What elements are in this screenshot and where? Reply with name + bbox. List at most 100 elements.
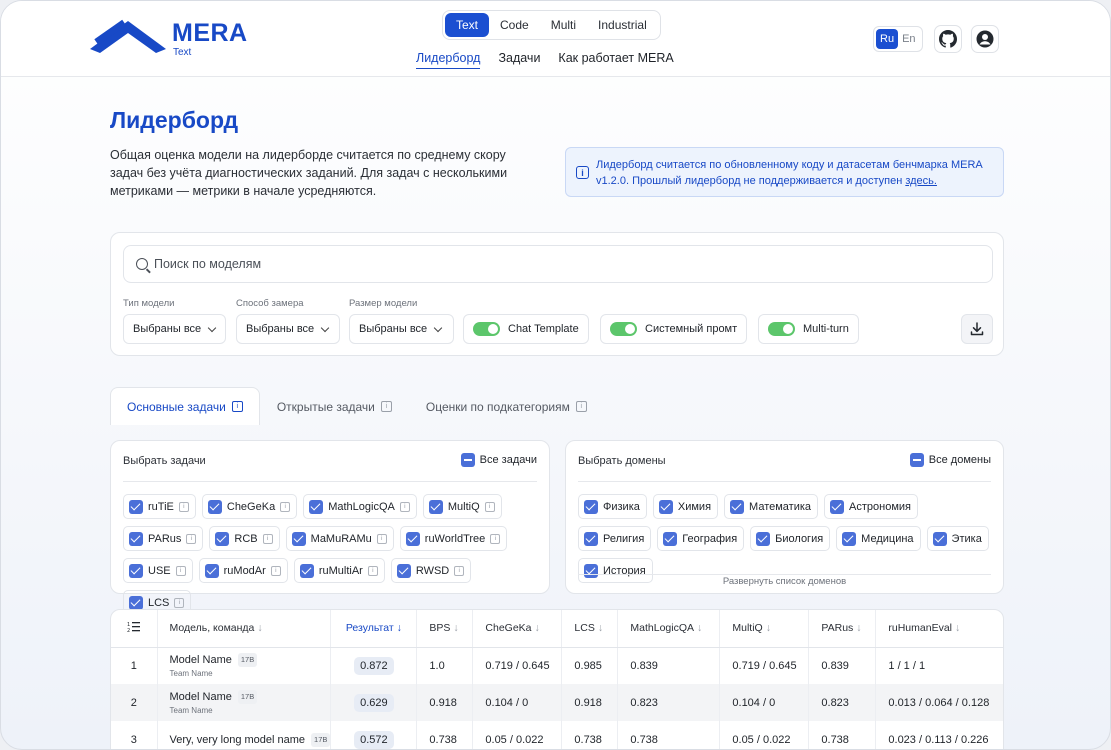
tab-main-tasks[interactable]: Основные задачи i (110, 387, 260, 425)
info-icon[interactable]: i (231, 401, 243, 412)
all-domains-checkbox[interactable]: Все домены (909, 453, 991, 467)
toggle-label: Multi-turn (803, 323, 849, 335)
sort-arrow-icon: ↓ (534, 622, 540, 635)
table-row[interactable]: 1 Model Name 17B Team Name 0.872 1.0 0.719 / 0… (111, 647, 1003, 684)
github-button[interactable] (934, 25, 962, 53)
tab-multi[interactable]: Multi (540, 13, 587, 37)
filter-chip[interactable]: ruMultiAr i (293, 558, 385, 583)
column-header-parus[interactable]: PARus ↓ (808, 610, 877, 648)
method-select[interactable]: Выбраны все (236, 314, 340, 344)
info-icon[interactable]: i (399, 501, 410, 512)
tab-text[interactable]: Text (445, 13, 490, 37)
chip-label: ruMultiAr (318, 564, 363, 577)
notice-link[interactable]: здесь. (905, 175, 937, 187)
column-header-chegeka[interactable]: CheGeKa ↓ (472, 610, 563, 648)
download-button[interactable] (961, 314, 993, 344)
filter-chip[interactable]: Физика (578, 494, 647, 519)
table-row[interactable]: 2 Model Name 17B Team Name 0.629 0.918 0.104 /… (111, 684, 1003, 721)
brand-title: MERA (172, 19, 248, 47)
checkbox-checked-icon (584, 531, 598, 546)
model-cell[interactable]: Model Name 17B Team Name (157, 647, 332, 684)
profile-button[interactable] (971, 25, 999, 53)
search-box[interactable]: Поиск по моделям (123, 245, 993, 283)
filter-chip[interactable]: Математика (724, 494, 819, 519)
info-icon[interactable]: i (454, 565, 465, 576)
filter-chip[interactable]: ruWorldTree i (399, 526, 508, 551)
column-header-lcs[interactable]: LCS ↓ (561, 610, 619, 648)
column-header-result[interactable]: Результат ↓ (330, 610, 418, 648)
system-prompt-toggle[interactable]: Системный промт (600, 314, 748, 344)
model-name: Model Name (169, 654, 232, 667)
rank-cell: 1 (111, 647, 158, 684)
tab-subcategory-scores[interactable]: Оценки по подкатегориям i (409, 387, 604, 425)
filter-chip[interactable]: Религия (578, 526, 652, 551)
filter-chip[interactable]: Астрономия (824, 494, 918, 519)
rank-column-header[interactable]: 1 2 (111, 610, 158, 648)
tab-code[interactable]: Code (489, 13, 540, 37)
column-header-bps[interactable]: BPS ↓ (416, 610, 474, 648)
all-tasks-checkbox[interactable]: Все задачи (460, 453, 537, 467)
info-icon[interactable]: i (376, 533, 387, 544)
team-name: Team Name (169, 669, 213, 679)
filter-chip[interactable]: MathLogicQA i (303, 494, 417, 519)
filter-chip[interactable]: MultiQ i (422, 494, 502, 519)
nav-tasks[interactable]: Задачи (498, 51, 540, 69)
tab-open-tasks[interactable]: Открытые задачи i (260, 387, 409, 425)
tab-industrial[interactable]: Industrial (587, 13, 658, 37)
filter-chip[interactable]: Этика (926, 526, 989, 551)
filter-chip[interactable]: RCB i (209, 526, 280, 551)
info-icon[interactable]: i (280, 501, 291, 512)
modality-tabs: Text Code Multi Industrial (442, 10, 661, 40)
metric-cell: 0.05 / 0.022 (719, 721, 810, 749)
filter-chip[interactable]: CheGeKa i (201, 494, 298, 519)
column-label: ruHumanEval (888, 622, 953, 635)
info-icon[interactable]: i (174, 597, 185, 608)
filter-chip[interactable]: География (657, 526, 745, 551)
model-cell[interactable]: Very, very long model name 17B (157, 721, 332, 749)
multi-turn-toggle[interactable]: Multi-turn (758, 314, 859, 344)
filter-chip[interactable]: USE i (123, 558, 193, 583)
nav-leaderboard[interactable]: Лидерборд (416, 51, 481, 69)
column-header-multiq[interactable]: MultiQ ↓ (719, 610, 810, 648)
expand-domains-link[interactable]: Развернуть список доменов (578, 574, 991, 587)
indeterminate-checkbox-icon (909, 453, 924, 467)
filter-chip[interactable]: RWSD i (390, 558, 472, 583)
chip-label: RWSD (415, 564, 450, 577)
size-select[interactable]: Выбраны все (349, 314, 454, 344)
column-header-ruhumaneval[interactable]: ruHumanEval ↓ (875, 610, 1003, 648)
chat-template-toggle[interactable]: Chat Template (463, 314, 589, 344)
info-icon[interactable]: i (178, 501, 189, 512)
info-icon[interactable]: i (262, 533, 273, 544)
info-icon[interactable]: i (367, 565, 378, 576)
filter-chip[interactable]: Химия (652, 494, 719, 519)
info-icon[interactable]: i (380, 401, 392, 412)
column-header-mathlogicqa[interactable]: MathLogicQA ↓ (617, 610, 721, 648)
rank-cell: 3 (111, 721, 158, 749)
checkbox-checked-icon (207, 499, 222, 514)
info-icon[interactable]: i (186, 533, 197, 544)
lang-ru[interactable]: Ru (876, 29, 899, 49)
info-icon[interactable]: i (575, 401, 587, 412)
info-icon[interactable]: i (490, 533, 501, 544)
model-type-select[interactable]: Выбраны все (123, 314, 226, 344)
filter-chip[interactable]: ruTiE i (123, 494, 196, 519)
chip-label: ruTiE (148, 500, 174, 513)
lang-en[interactable]: En (898, 29, 919, 49)
info-icon[interactable]: i (175, 565, 186, 576)
model-cell[interactable]: Model Name 17B Team Name (157, 684, 332, 721)
filter-chip[interactable]: ruModAr i (198, 558, 288, 583)
nav-how-it-works[interactable]: Как работает MERA (558, 51, 673, 69)
info-icon[interactable]: i (270, 565, 281, 576)
info-icon[interactable]: i (484, 501, 495, 512)
column-header-model[interactable]: Модель, команда ↓ (157, 610, 332, 648)
divider (123, 481, 537, 482)
brand-logo[interactable]: MERA Text (90, 19, 248, 58)
metric-cell: 0.738 (416, 721, 474, 749)
filter-chip[interactable]: Медицина (836, 526, 921, 551)
filter-chip[interactable]: Биология (750, 526, 831, 551)
filter-chip[interactable]: MaMuRAMu i (285, 526, 394, 551)
checkbox-checked-icon (129, 595, 143, 610)
filter-chip[interactable]: PARus i (123, 526, 204, 551)
table-row[interactable]: 3 Very, very long model name 17B 0.572 0.738… (111, 721, 1003, 749)
info-icon: i (576, 166, 589, 179)
